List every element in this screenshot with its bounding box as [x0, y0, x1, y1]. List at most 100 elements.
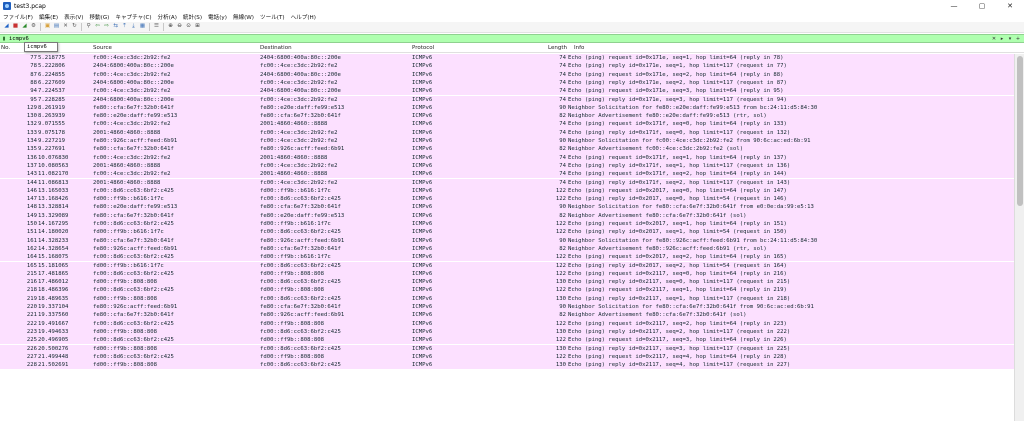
- add-filter-button-icon[interactable]: +: [1014, 35, 1022, 42]
- column-header-source[interactable]: Source: [93, 45, 112, 51]
- column-header-destination[interactable]: Destination: [260, 45, 292, 51]
- packet-list-scrollbar[interactable]: [1014, 54, 1024, 421]
- stop-capture-icon[interactable]: ■: [12, 24, 19, 31]
- packet-destination: 2001:4860:4860::8888: [260, 121, 328, 128]
- reload-file-icon[interactable]: ↻: [71, 24, 78, 31]
- minimize-button[interactable]: —: [940, 0, 968, 12]
- packet-row[interactable]: 136 10.076830 fc00::4ce:c3dc:2b92:fe2 2001:…: [0, 153, 1014, 162]
- menu-item[interactable]: 編集(E): [39, 13, 58, 21]
- maximize-button[interactable]: ▢: [968, 0, 996, 12]
- close-file-icon[interactable]: ✕: [62, 24, 69, 31]
- packet-row[interactable]: 216 17.486012 fd00::ff9b::808:808 fc00::8d6…: [0, 278, 1014, 287]
- packet-row[interactable]: 220 19.337104 fe80::926c:acff:feed:6b91 fe8…: [0, 303, 1014, 312]
- packet-row[interactable]: 143 11.082170 fc00::4ce:c3dc:2b92:fe2 2001:…: [0, 170, 1014, 179]
- packet-row[interactable]: 227 21.499448 fc00::8d6:cc63:6bf2:c425 fd00…: [0, 352, 1014, 362]
- packet-row[interactable]: 95 7.228285 2404:6800:400a:80c::200e fc00::…: [0, 95, 1014, 104]
- packet-row[interactable]: 130 8.263939 fe80::e20e:daff:fe99:e513 fe80…: [0, 112, 1014, 121]
- packet-row[interactable]: 137 10.080563 2001:4860:4860::8888 fc00::4c…: [0, 161, 1014, 171]
- packet-row[interactable]: 87 6.224855 fc00::4ce:c3dc:2b92:fe2 2404:68…: [0, 70, 1014, 79]
- packet-row[interactable]: 144 11.086813 2001:4860:4860::8888 fc00::4c…: [0, 178, 1014, 187]
- packet-row[interactable]: 132 9.071555 fc00::4ce:c3dc:2b92:fe2 2001:4…: [0, 120, 1014, 129]
- colorize-icon[interactable]: ☰: [153, 24, 160, 31]
- packet-row[interactable]: 151 14.180020 fd00::ff9b::b616:1f7c fc00::8…: [0, 228, 1014, 237]
- packet-row[interactable]: 161 14.328233 fe80::cfa:6e7f:32b0:641f fe80…: [0, 236, 1014, 245]
- resize-columns-icon[interactable]: ⊞: [194, 24, 201, 31]
- display-filter-input[interactable]: [8, 35, 990, 42]
- column-header-no[interactable]: No.: [1, 45, 10, 51]
- packet-no: 144: [26, 179, 37, 186]
- last-packet-icon[interactable]: ⤓: [130, 24, 137, 31]
- filter-actions: ✕ ▸ ▾ +: [990, 35, 1024, 42]
- packet-row[interactable]: 222 19.491667 fc00::8d6:cc63:6bf2:c425 fd00…: [0, 319, 1014, 328]
- packet-row[interactable]: 149 13.329089 fe80::cfa:6e7f:32b0:641f fe80…: [0, 211, 1014, 220]
- menu-item[interactable]: キャプチャ(C): [115, 13, 151, 21]
- menu-item[interactable]: 表示(V): [64, 13, 83, 21]
- packet-protocol: ICMPv6: [412, 71, 433, 78]
- packet-row[interactable]: 134 9.227219 fe80::926c:acff:feed:6b91 fc00…: [0, 137, 1014, 146]
- packet-row[interactable]: 218 18.486396 fc00::8d6:cc63:6bf2:c425 fd00…: [0, 286, 1014, 295]
- menu-item[interactable]: ツール(T): [260, 13, 285, 21]
- auto-scroll-icon[interactable]: ▦: [139, 24, 146, 31]
- go-back-icon[interactable]: ⇦: [94, 24, 101, 31]
- packet-row[interactable]: 78 5.222806 2404:6800:400a:80c::200e fc00::…: [0, 62, 1014, 71]
- packet-row[interactable]: 226 20.500276 fd00::ff9b::808:808 fc00::8d6…: [0, 344, 1014, 353]
- column-header-protocol[interactable]: Protocol: [412, 45, 434, 51]
- packet-length: 122: [555, 353, 566, 360]
- packet-row[interactable]: 94 7.224537 fc00::4ce:c3dc:2b92:fe2 2404:68…: [0, 87, 1014, 96]
- menu-item[interactable]: 移動(G): [89, 13, 109, 21]
- first-packet-icon[interactable]: ⤒: [121, 24, 128, 31]
- packet-row[interactable]: 215 17.481865 fc00::8d6:cc63:6bf2:c425 fd00…: [0, 269, 1014, 279]
- packet-length: 74: [559, 79, 566, 86]
- packet-row[interactable]: 221 19.337560 fe80::cfa:6e7f:32b0:641f fe80…: [0, 311, 1014, 320]
- go-to-packet-icon[interactable]: ⇆: [112, 24, 119, 31]
- packet-row[interactable]: 219 18.489635 fd00::ff9b::808:808 fc00::8d6…: [0, 294, 1014, 303]
- recent-filters-icon[interactable]: ▾: [1006, 35, 1014, 42]
- menu-item[interactable]: ヘルプ(H): [291, 13, 316, 21]
- packet-protocol: ICMPv6: [412, 121, 433, 128]
- packet-row[interactable]: 164 15.168075 fc00::8d6:cc63:6bf2:c425 fd00…: [0, 253, 1014, 262]
- column-header-length[interactable]: Length: [548, 45, 567, 51]
- close-button[interactable]: ✕: [996, 0, 1024, 12]
- packet-row[interactable]: 148 13.328814 fe80::e20e:daff:fe99:e513 fe8…: [0, 203, 1014, 212]
- filter-bookmark-icon[interactable]: ▮: [0, 35, 8, 43]
- packet-row[interactable]: 77 5.218775 fc00::4ce:c3dc:2b92:fe2 2404:68…: [0, 54, 1014, 63]
- menu-item[interactable]: 分析(A): [158, 13, 177, 21]
- packet-protocol: ICMPv6: [412, 162, 433, 169]
- packet-row[interactable]: 223 19.494633 fd00::ff9b::808:808 fc00::8d6…: [0, 327, 1014, 337]
- packet-info: Echo (ping) request id=0x2117, seq=4, ho…: [568, 353, 787, 360]
- packet-row[interactable]: 146 13.165033 fc00::8d6:cc63:6bf2:c425 fd00…: [0, 186, 1014, 196]
- save-file-icon[interactable]: ▤: [53, 24, 60, 31]
- capture-options-icon[interactable]: ⚙: [30, 24, 37, 31]
- restart-capture-icon[interactable]: ◢: [21, 24, 28, 31]
- menu-item[interactable]: ファイル(F): [3, 13, 33, 21]
- packet-protocol: ICMPv6: [412, 337, 433, 344]
- packet-row[interactable]: 150 14.167295 fc00::8d6:cc63:6bf2:c425 fd00…: [0, 220, 1014, 229]
- zoom-normal-icon[interactable]: ⊙: [185, 24, 192, 31]
- packet-row[interactable]: 228 21.502691 fd00::ff9b::808:808 fc00::8d6…: [0, 361, 1014, 370]
- packet-length: 122: [555, 221, 566, 227]
- packet-row[interactable]: 88 6.227609 2404:6800:400a:80c::200e fc00::…: [0, 78, 1014, 88]
- packet-row[interactable]: 225 20.496905 fc00::8d6:cc63:6bf2:c425 fd00…: [0, 336, 1014, 345]
- packet-destination: fc00::4ce:c3dc:2b92:fe2: [260, 162, 338, 169]
- menu-item[interactable]: 無線(W): [233, 13, 254, 21]
- packet-row[interactable]: 129 8.261919 fe80::cfa:6e7f:32b0:641f fe80:…: [0, 103, 1014, 113]
- zoom-out-icon[interactable]: ⊖: [176, 24, 183, 31]
- open-file-icon[interactable]: ▣: [44, 24, 51, 31]
- packet-row[interactable]: 147 13.168426 fd00::ff9b::b616:1f7c fc00::8…: [0, 195, 1014, 204]
- apply-filter-icon[interactable]: ▸: [998, 35, 1006, 42]
- go-forward-icon[interactable]: ⇨: [103, 24, 110, 31]
- shark-fin-start-icon[interactable]: ◢: [3, 24, 10, 31]
- column-header-info[interactable]: Info: [574, 45, 584, 51]
- find-packet-icon[interactable]: ⚲: [85, 24, 92, 31]
- packet-row[interactable]: 162 14.328654 fe80::926c:acff:feed:6b91 fe8…: [0, 244, 1014, 254]
- packet-row[interactable]: 133 9.075178 2001:4860:4860::8888 fc00::4ce…: [0, 128, 1014, 137]
- menu-item[interactable]: 統計(S): [183, 13, 202, 21]
- packet-row[interactable]: 165 15.181065 fd00::ff9b::b616:1f7c fc00::8…: [0, 261, 1014, 270]
- packet-row[interactable]: 135 9.227691 fe80::cfa:6e7f:32b0:641f fe80:…: [0, 145, 1014, 154]
- zoom-in-icon[interactable]: ⊕: [167, 24, 174, 31]
- menu-item[interactable]: 電話(y): [208, 13, 227, 21]
- clear-filter-icon[interactable]: ✕: [990, 35, 998, 42]
- filter-autocomplete-suggestion[interactable]: icmpv6: [24, 42, 58, 52]
- scrollbar-thumb[interactable]: [1017, 56, 1023, 206]
- packet-info: Echo (ping) request id=0x2117, seq=2, ho…: [568, 320, 787, 327]
